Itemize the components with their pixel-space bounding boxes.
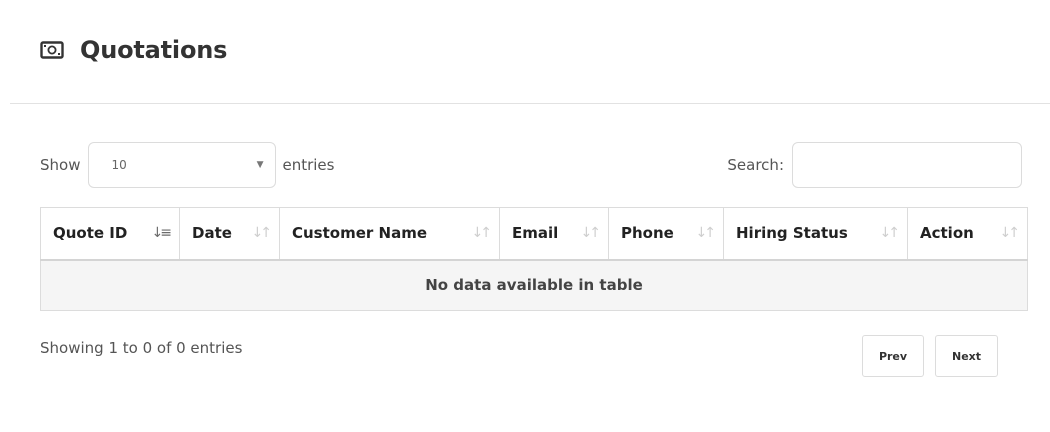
page-header: Quotations	[40, 36, 227, 64]
sort-icon: ↓↑	[580, 225, 602, 242]
column-label: Customer Name	[292, 224, 427, 243]
page-title: Quotations	[80, 36, 228, 64]
search-input[interactable]	[792, 142, 1022, 188]
next-page-button[interactable]: Next	[935, 335, 998, 377]
column-header-customer-name[interactable]: Customer Name ↓↑	[279, 207, 500, 261]
search-label: Search:	[727, 156, 784, 174]
pagination: Prev Next	[862, 335, 998, 377]
table-info: Showing 1 to 0 of 0 entries	[40, 339, 243, 357]
sort-icon: ↓↑	[999, 225, 1021, 242]
sort-icon: ↓↑	[695, 225, 717, 242]
empty-table-row: No data available in table	[40, 259, 1028, 311]
column-header-date[interactable]: Date ↓↑	[179, 207, 280, 261]
table-header-row: Quote ID ↓≡ Date ↓↑ Customer Name ↓↑ Ema…	[40, 207, 1028, 261]
header-divider	[10, 103, 1050, 104]
money-bill-icon	[40, 37, 66, 63]
sort-icon: ↓↑	[251, 225, 273, 242]
chevron-down-icon: ▼	[256, 160, 264, 170]
entries-length-control: Show 10 ▼ entries	[40, 141, 334, 189]
entries-per-page-select[interactable]: 10 ▼	[88, 142, 277, 188]
column-header-action[interactable]: Action ↓↑	[907, 207, 1028, 261]
column-label: Phone	[621, 224, 674, 243]
show-label: Show	[40, 156, 81, 174]
search-control: Search:	[727, 141, 1022, 189]
column-label: Date	[192, 224, 232, 243]
entries-label: entries	[282, 156, 335, 174]
empty-table-message: No data available in table	[40, 259, 1028, 311]
sort-icon: ↓↑	[471, 225, 493, 242]
sort-icon: ↓↑	[879, 225, 901, 242]
column-header-quote-id[interactable]: Quote ID ↓≡	[40, 207, 180, 261]
column-label: Quote ID	[53, 224, 128, 243]
entries-per-page-value: 10	[111, 158, 127, 172]
column-header-email[interactable]: Email ↓↑	[499, 207, 609, 261]
sort-ascending-icon: ↓≡	[151, 225, 173, 242]
column-label: Email	[512, 224, 559, 243]
prev-page-button[interactable]: Prev	[862, 335, 924, 377]
column-header-hiring-status[interactable]: Hiring Status ↓↑	[723, 207, 908, 261]
column-label: Action	[920, 224, 974, 243]
table-controls: Show 10 ▼ entries Search:	[40, 141, 1022, 189]
quotations-table: Quote ID ↓≡ Date ↓↑ Customer Name ↓↑ Ema…	[40, 207, 1028, 311]
column-header-phone[interactable]: Phone ↓↑	[608, 207, 724, 261]
column-label: Hiring Status	[736, 224, 848, 243]
